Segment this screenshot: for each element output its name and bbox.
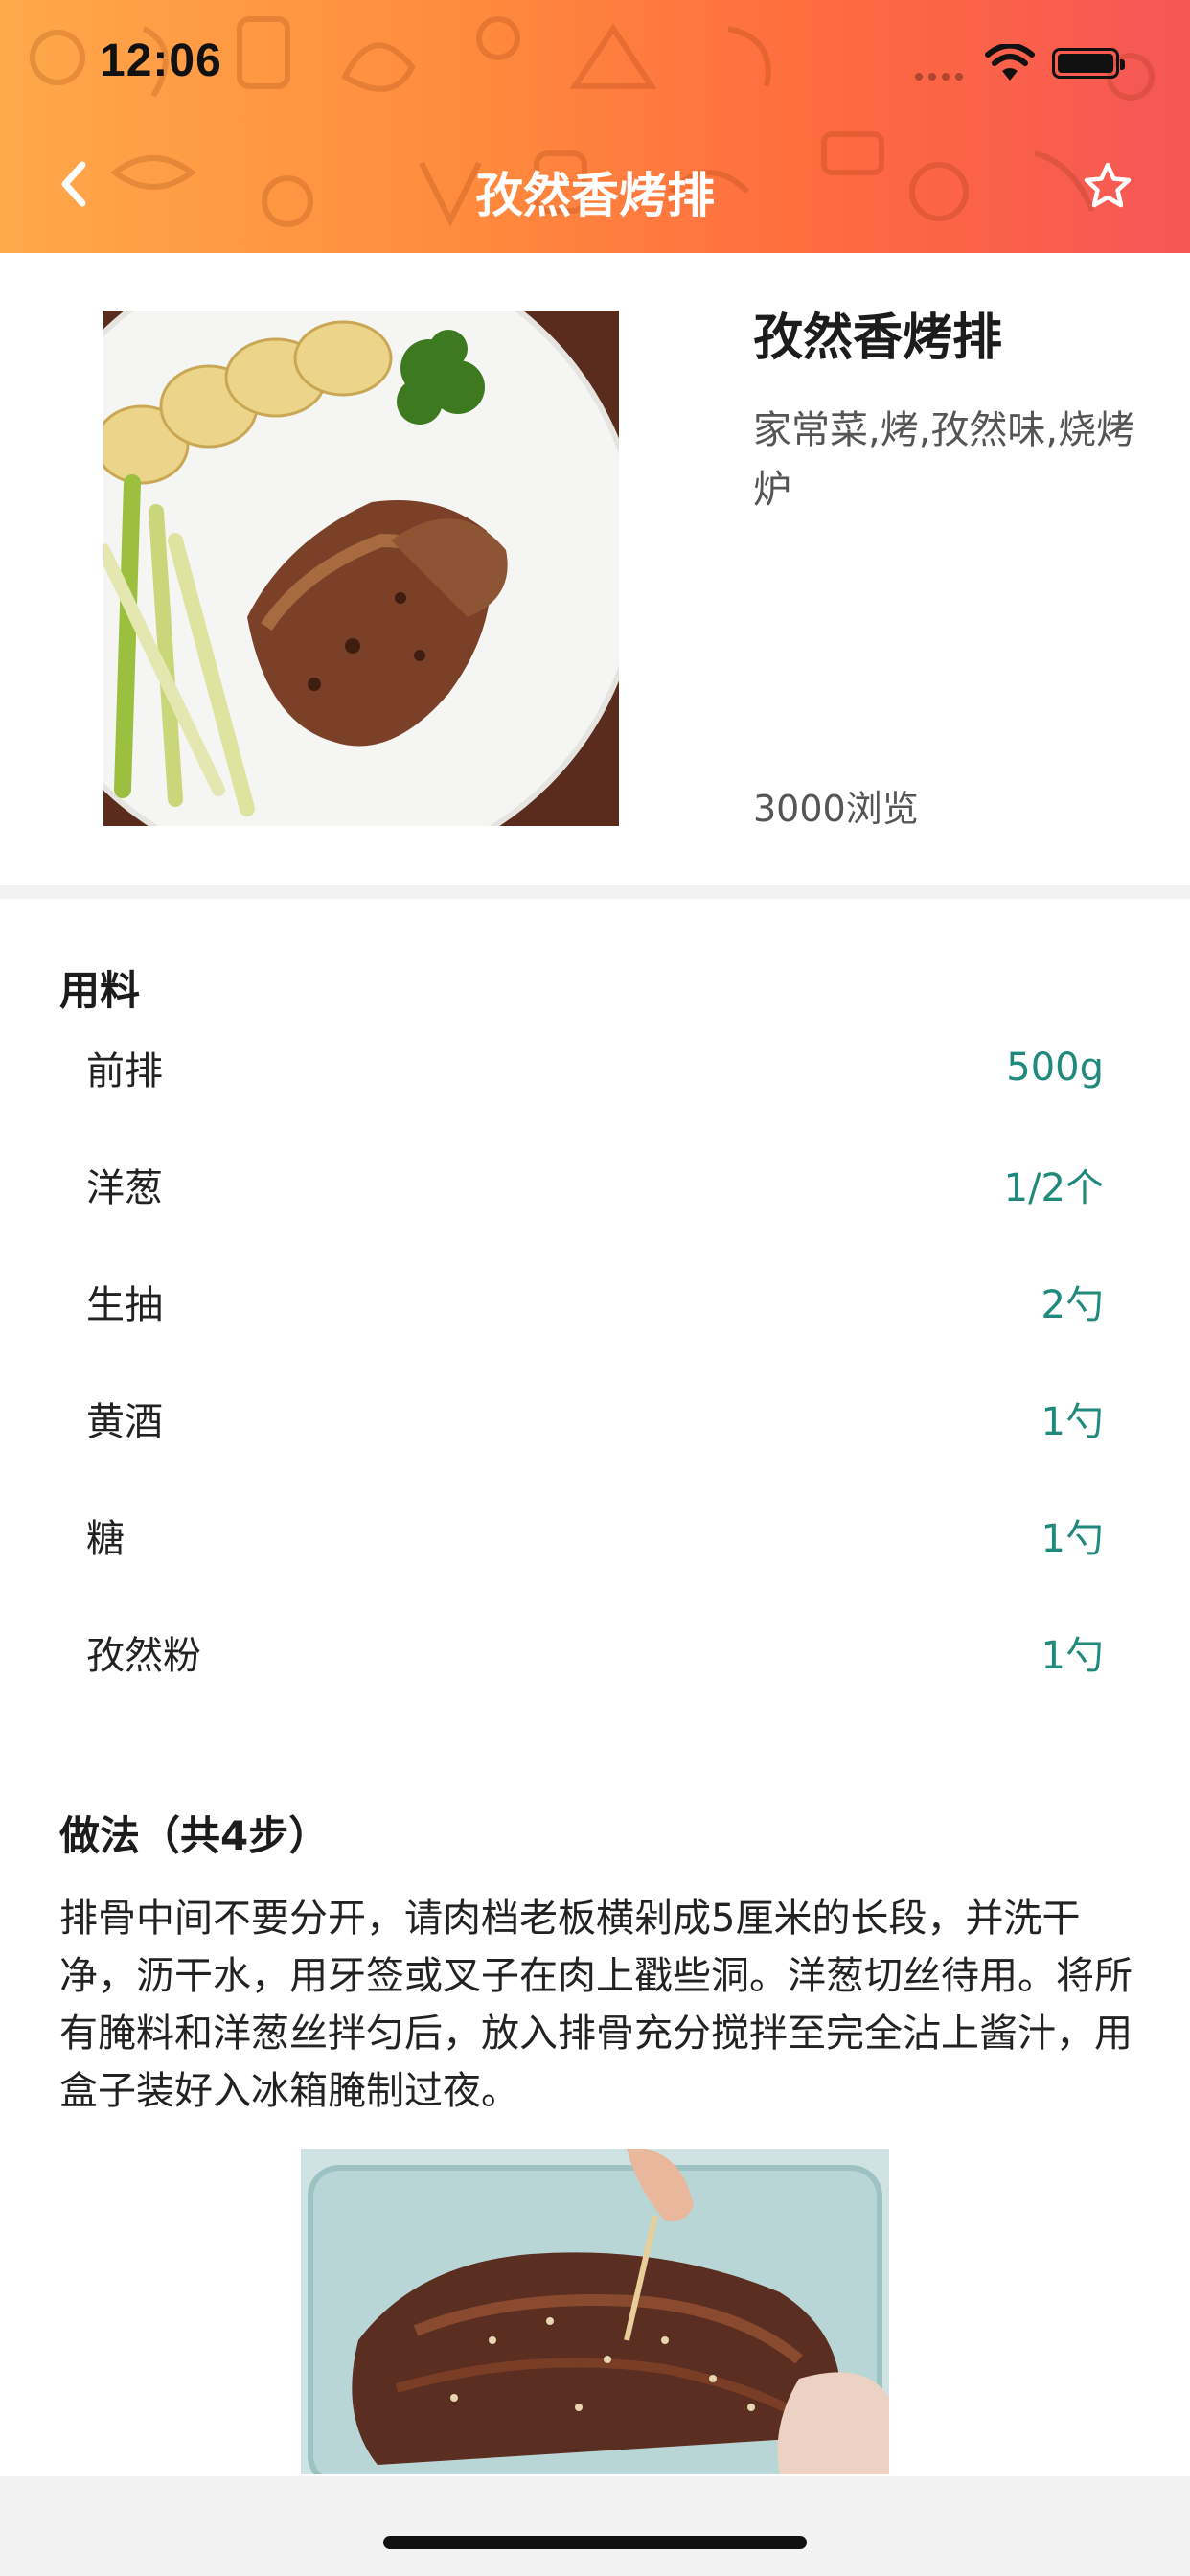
- ingredient-row: 糖 1勺: [86, 1497, 1104, 1574]
- status-bar: 12:06: [0, 0, 1190, 126]
- ingredients-title: 用料: [59, 967, 141, 1014]
- status-time: 12:06: [100, 35, 222, 86]
- page-title: 孜然香烤排: [475, 168, 715, 223]
- ingredient-name: 洋葱: [86, 1166, 163, 1210]
- home-indicator[interactable]: [383, 2536, 807, 2549]
- ingredient-name: 生抽: [86, 1283, 163, 1327]
- ingredient-row: 洋葱 1/2个: [86, 1146, 1104, 1223]
- ingredient-row: 黄酒 1勺: [86, 1380, 1104, 1457]
- step-text: 排骨中间不要分开，请肉档老板横剁成5厘米的长段，并洗干净，沥干水，用牙签或叉子在…: [59, 1897, 1133, 2113]
- home-indicator-area: [0, 2476, 1190, 2576]
- battery-icon: [1052, 48, 1125, 79]
- ingredient-row: 孜然粉 1勺: [86, 1614, 1104, 1690]
- view-count: 3000浏览: [753, 788, 919, 830]
- favorite-button[interactable]: [1079, 157, 1136, 215]
- step-photo: [301, 2149, 889, 2474]
- header: 12:06 孜然香烤排: [0, 0, 1190, 253]
- ingredient-name: 前排: [86, 1049, 163, 1093]
- step-illustration: [301, 2149, 889, 2474]
- ingredient-amount: 2勺: [1041, 1283, 1104, 1327]
- dish-info: 孜然香烤排 家常菜,烤,孜然味,烧烤炉 3000浏览: [753, 307, 1136, 832]
- method-title: 做法（共4步）: [59, 1812, 330, 1859]
- ingredient-amount: 500g: [1006, 1046, 1104, 1090]
- ingredient-name: 孜然粉: [86, 1634, 201, 1678]
- ingredient-row: 生抽 2勺: [86, 1263, 1104, 1340]
- ingredient-row: 前排 500g: [86, 1029, 1104, 1106]
- recipe-summary: 孜然香烤排 家常菜,烤,孜然味,烧烤炉 3000浏览: [0, 253, 1190, 886]
- dish-name: 孜然香烤排: [753, 310, 1003, 367]
- ingredient-name: 黄酒: [86, 1400, 163, 1444]
- dish-tags: 家常菜,烤,孜然味,烧烤炉: [753, 407, 1135, 512]
- cellular-signal-icon: [915, 73, 963, 80]
- ingredient-name: 糖: [86, 1517, 125, 1561]
- ingredient-amount: 1勺: [1041, 1400, 1104, 1444]
- section-divider: [0, 886, 1190, 899]
- nav-bar: 孜然香烤排: [0, 126, 1190, 253]
- dish-illustration: [103, 310, 619, 826]
- wifi-icon: [985, 44, 1035, 80]
- star-outline-icon: [1084, 162, 1132, 208]
- ingredient-amount: 1勺: [1041, 1634, 1104, 1678]
- ingredient-amount: 1/2个: [1003, 1166, 1104, 1210]
- ingredient-amount: 1勺: [1041, 1517, 1104, 1561]
- dish-photo: [103, 310, 619, 826]
